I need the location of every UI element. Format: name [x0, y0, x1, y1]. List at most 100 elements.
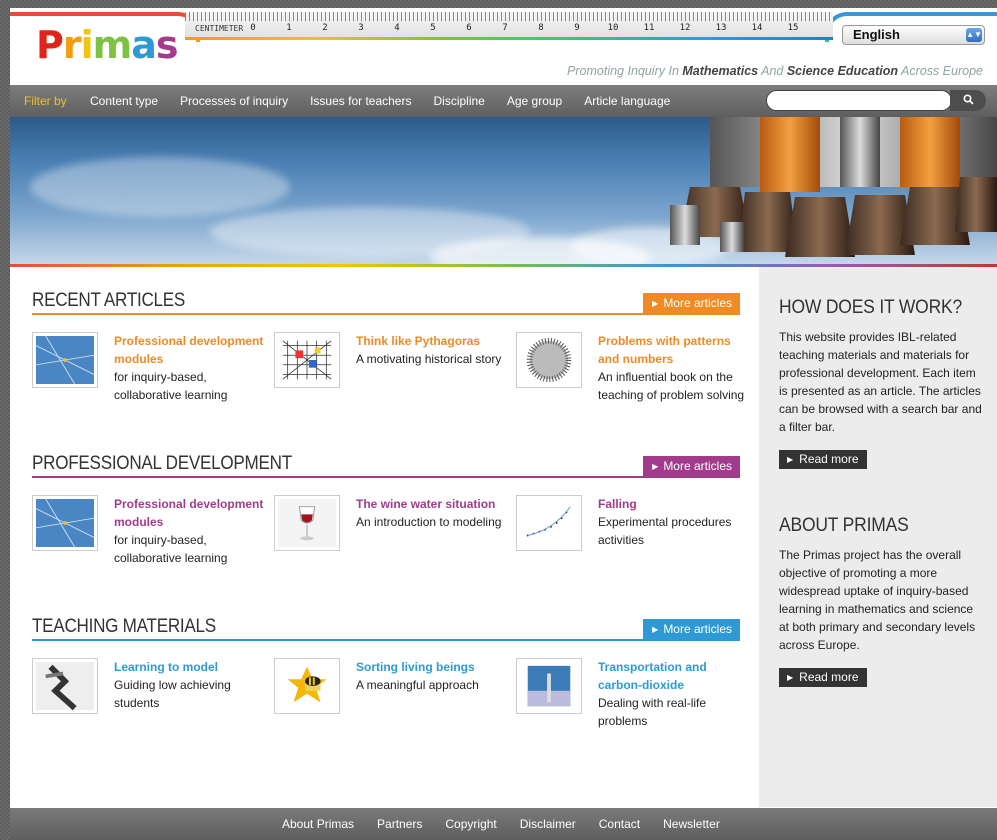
- article-description: Experimental procedures activities: [598, 515, 732, 547]
- footer-link-partners[interactable]: Partners: [377, 817, 422, 831]
- section-title: TEACHING MATERIALS: [32, 616, 216, 637]
- footer-link-contact[interactable]: Contact: [599, 817, 640, 831]
- ruler-number: 14: [751, 23, 763, 33]
- article-description: for inquiry-based, collaborative learnin…: [114, 370, 228, 402]
- filter-menu-item-content-type[interactable]: Content type: [90, 94, 158, 108]
- footer-link-disclaimer[interactable]: Disclaimer: [520, 817, 576, 831]
- article-title[interactable]: Sorting living beings: [356, 660, 475, 674]
- article-title[interactable]: Learning to model: [114, 660, 218, 674]
- language-select[interactable]: English ▲▼: [842, 25, 985, 45]
- about-primas-text: The Primas project has the overall objec…: [779, 548, 976, 652]
- sidebar: HOW DOES IT WORK? This website provides …: [759, 267, 997, 807]
- article-link[interactable]: Learning to model Guiding low achieving s…: [114, 658, 264, 712]
- play-triangle-icon: ▶: [652, 462, 659, 471]
- page: Primas CENTIMETER 0 1 2 3 4 5 6 7 8 9 10 11 12 13 14 15…: [10, 8, 997, 840]
- filter-menu: Content type Processes of inquiry Issues f…: [90, 94, 692, 108]
- footer: About Primas Partners Copyright Disclaimer C…: [10, 808, 997, 840]
- footer-links: About Primas Partners Copyright Disclaimer C…: [282, 817, 743, 831]
- article-description: An influential book on the teaching of p…: [598, 370, 745, 402]
- section-title: PROFESSIONAL DEVELOPMENT: [32, 453, 292, 474]
- ruler-number: 9: [574, 23, 580, 33]
- footer-link-newsletter[interactable]: Newsletter: [663, 817, 720, 831]
- filter-menu-item-article-language[interactable]: Article language: [584, 94, 670, 108]
- updown-arrow-icon: ▲▼: [966, 28, 982, 42]
- article-title[interactable]: Problems with patterns and numbers: [598, 334, 731, 366]
- filter-menu-item-discipline[interactable]: Discipline: [433, 94, 484, 108]
- article-link[interactable]: Think like Pythagoras A motivating histor…: [356, 332, 506, 368]
- article-description: for inquiry-based, collaborative learnin…: [114, 533, 228, 565]
- article-title[interactable]: Professional development modules: [114, 497, 263, 529]
- ruler-number: 7: [502, 23, 508, 33]
- footer-link-copyright[interactable]: Copyright: [445, 817, 496, 831]
- ruler-number: 0: [250, 23, 256, 33]
- more-articles-button[interactable]: ▶ More articles: [643, 456, 740, 477]
- ruler-number: 15: [787, 23, 799, 33]
- article-thumbnail[interactable]: [516, 658, 582, 714]
- ruler-number: 5: [430, 23, 436, 33]
- article-link[interactable]: Transportation and carbon-dioxide Dealing…: [598, 658, 748, 730]
- search-button[interactable]: [950, 90, 986, 111]
- primas-logo[interactable]: Primas: [36, 22, 179, 68]
- ruler-number: 13: [715, 23, 727, 33]
- section-underline: [32, 313, 740, 315]
- article-description: Dealing with real-life problems: [598, 696, 707, 728]
- article-title[interactable]: Falling: [598, 497, 637, 511]
- about-primas-block: ABOUT PRIMAS The Primas project has the …: [779, 515, 984, 687]
- filter-nav: Filter by Content type Processes of inqui…: [10, 85, 997, 117]
- article-link[interactable]: Problems with patterns and numbers An inf…: [598, 332, 748, 404]
- article-title[interactable]: The wine water situation: [356, 497, 495, 511]
- article-thumbnail[interactable]: [274, 658, 340, 714]
- hero-banner-image: [10, 117, 997, 265]
- ruler-number: 6: [466, 23, 472, 33]
- article-thumbnail[interactable]: [32, 658, 98, 714]
- about-primas-title: ABOUT PRIMAS: [779, 515, 909, 536]
- article-title[interactable]: Transportation and carbon-dioxide: [598, 660, 707, 692]
- ruler-numbers: 0 1 2 3 4 5 6 7 8 9 10 11 12 13 14 15: [235, 23, 811, 33]
- ruler-number: 10: [607, 23, 619, 33]
- article-thumbnail[interactable]: [274, 332, 340, 388]
- filter-by-label: Filter by: [24, 94, 67, 108]
- play-triangle-icon: ▶: [787, 455, 794, 464]
- more-articles-button[interactable]: ▶ More articles: [643, 293, 740, 314]
- article-thumbnail[interactable]: [32, 332, 98, 388]
- article-description: Guiding low achieving students: [114, 678, 231, 710]
- how-it-works-title: HOW DOES IT WORK?: [779, 297, 963, 318]
- article-title[interactable]: Think like Pythagoras: [356, 334, 480, 348]
- ruler-decoration: CENTIMETER 0 1 2 3 4 5 6 7 8 9 10 11 12 13 14 15: [185, 12, 833, 40]
- article-thumbnail[interactable]: [274, 495, 340, 551]
- article-link[interactable]: The wine water situation An introduction …: [356, 495, 506, 531]
- how-it-works-read-more-button[interactable]: ▶ Read more: [779, 450, 867, 469]
- search-icon: [962, 94, 974, 105]
- article-thumbnail[interactable]: [516, 495, 582, 551]
- article-description: A meaningful approach: [356, 678, 479, 692]
- article-description: A motivating historical story: [356, 352, 502, 366]
- ruler-number: 11: [643, 23, 655, 33]
- about-primas-read-more-button[interactable]: ▶ Read more: [779, 668, 867, 687]
- article-thumbnail[interactable]: [516, 332, 582, 388]
- play-triangle-icon: ▶: [652, 625, 659, 634]
- language-select-value: English: [853, 27, 900, 42]
- article-link[interactable]: Falling Experimental procedures activitie…: [598, 495, 748, 549]
- rocket-engines-image: [670, 117, 997, 257]
- article-link[interactable]: Sorting living beings A meaningful approa…: [356, 658, 506, 694]
- ruler-number: 8: [538, 23, 544, 33]
- ruler-number: 4: [394, 23, 400, 33]
- footer-link-about-primas[interactable]: About Primas: [282, 817, 354, 831]
- article-link[interactable]: Professional development modules for inqu…: [114, 495, 264, 567]
- article-description: An introduction to modeling: [356, 515, 502, 529]
- article-title[interactable]: Professional development modules: [114, 334, 263, 366]
- filter-menu-item-issues-for-teachers[interactable]: Issues for teachers: [310, 94, 411, 108]
- article-link[interactable]: Professional development modules for inqu…: [114, 332, 264, 404]
- section-underline: [32, 476, 740, 478]
- article-thumbnail[interactable]: [32, 495, 98, 551]
- more-articles-button[interactable]: ▶ More articles: [643, 619, 740, 640]
- section-underline: [32, 639, 740, 641]
- ruler-number: 2: [322, 23, 328, 33]
- filter-menu-item-age-group[interactable]: Age group: [507, 94, 562, 108]
- section-title: RECENT ARTICLES: [32, 290, 186, 311]
- filter-menu-item-processes-of-inquiry[interactable]: Processes of inquiry: [180, 94, 288, 108]
- header: Primas CENTIMETER 0 1 2 3 4 5 6 7 8 9 10 11 12 13 14 15…: [10, 8, 997, 85]
- ruler-number: 1: [286, 23, 292, 33]
- search-input[interactable]: [766, 90, 952, 111]
- play-triangle-icon: ▶: [787, 673, 794, 682]
